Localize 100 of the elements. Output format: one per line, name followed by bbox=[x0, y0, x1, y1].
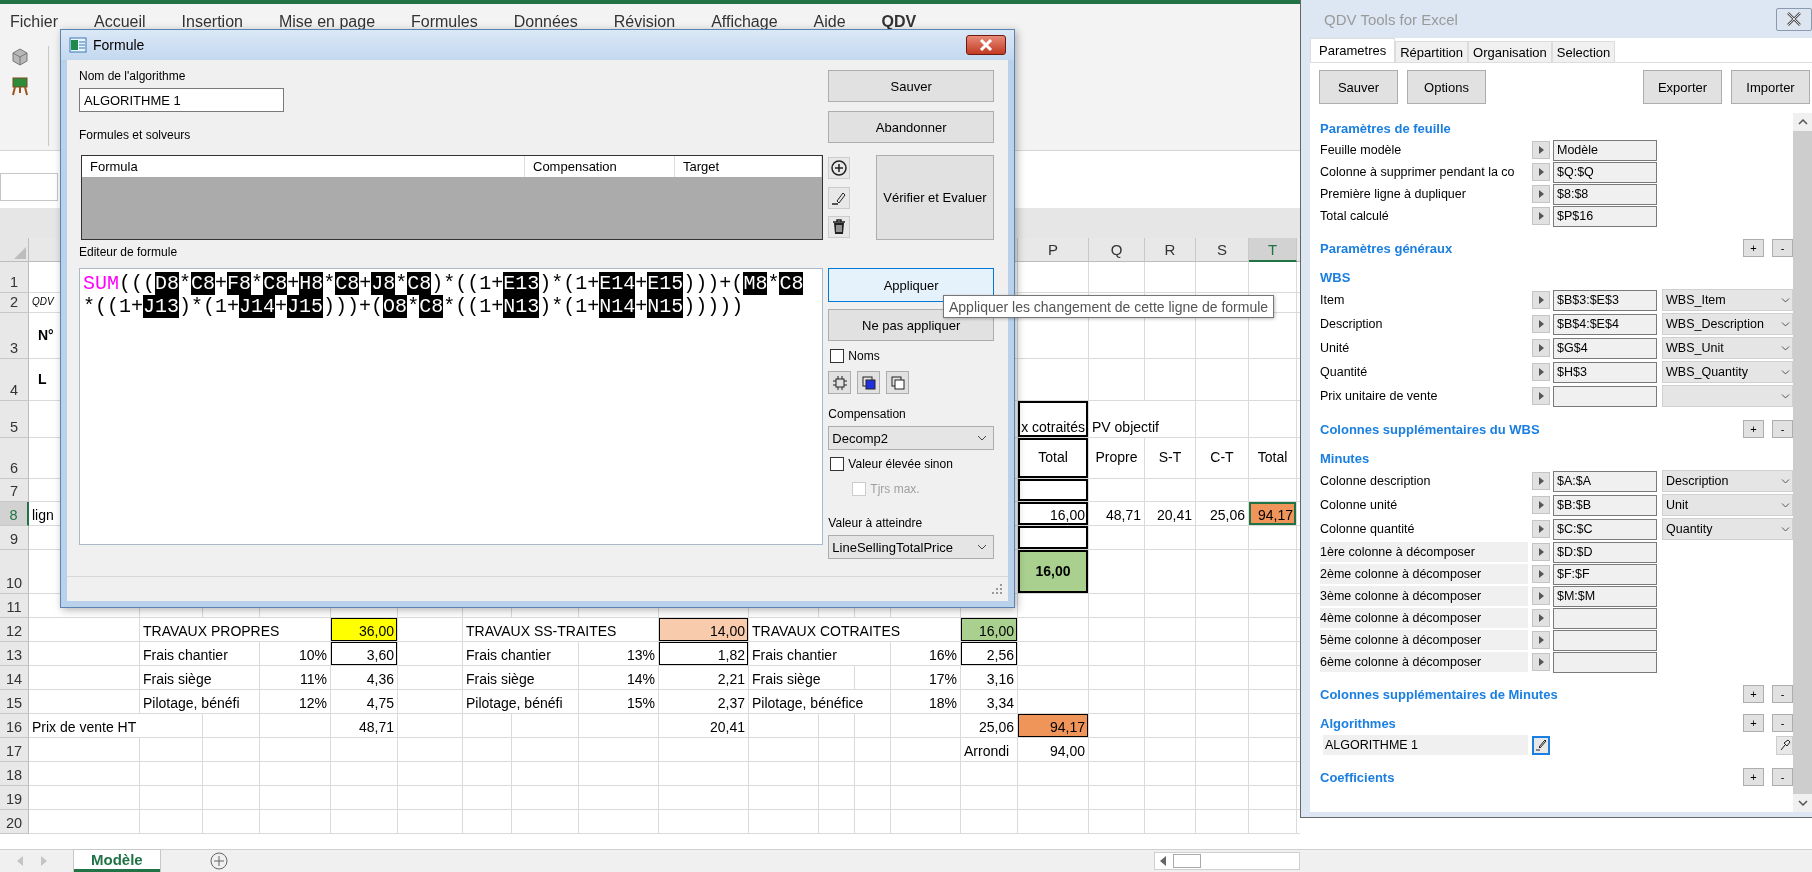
column-dropdown[interactable]: WBS_Description bbox=[1662, 313, 1793, 335]
cancel-button[interactable]: Abandonner bbox=[828, 111, 994, 143]
pick-button[interactable] bbox=[1532, 472, 1550, 490]
verify-button[interactable]: Vérifier et Evaluer bbox=[876, 155, 994, 240]
pick-button[interactable] bbox=[1532, 543, 1550, 561]
column-header[interactable]: Compensation bbox=[525, 156, 675, 177]
panel-button[interactable]: Options bbox=[1407, 70, 1486, 104]
pick-button[interactable] bbox=[1532, 339, 1550, 357]
panel-button[interactable]: Exporter bbox=[1643, 70, 1722, 104]
ribbon-tab[interactable]: Formules bbox=[411, 13, 478, 31]
cube-icon[interactable] bbox=[11, 48, 29, 66]
row-header[interactable]: 12 bbox=[0, 618, 29, 642]
column-header[interactable]: P bbox=[1018, 238, 1089, 262]
name-field[interactable]: ALGORITHME 1 bbox=[79, 88, 284, 112]
range-field[interactable]: $C:$C bbox=[1553, 518, 1657, 540]
checkbox[interactable] bbox=[830, 457, 845, 471]
add-button[interactable] bbox=[828, 157, 851, 179]
close-button[interactable] bbox=[1776, 7, 1812, 31]
row-header[interactable]: 4 bbox=[0, 359, 29, 401]
scroll-thumb[interactable] bbox=[1172, 854, 1201, 868]
ribbon-tab[interactable]: Révision bbox=[613, 13, 676, 31]
pick-button[interactable] bbox=[1532, 631, 1550, 649]
range-field[interactable] bbox=[1553, 651, 1657, 673]
column-dropdown[interactable]: WBS_Quantity bbox=[1662, 361, 1793, 383]
range-field[interactable]: $B:$B bbox=[1553, 494, 1657, 516]
ribbon-tab[interactable]: QDV bbox=[881, 13, 917, 31]
range-field[interactable]: $8:$8 bbox=[1553, 183, 1657, 205]
small-button[interactable]: - bbox=[1772, 239, 1793, 257]
ribbon-tab[interactable]: Insertion bbox=[181, 13, 243, 31]
pick-button[interactable] bbox=[1532, 291, 1550, 309]
easel-icon[interactable] bbox=[10, 76, 30, 96]
row-header[interactable]: 19 bbox=[0, 786, 29, 810]
row-header[interactable]: 2 bbox=[0, 293, 29, 313]
column-dropdown[interactable]: Quantity bbox=[1662, 518, 1793, 540]
range-field[interactable]: $Q:$Q bbox=[1553, 161, 1657, 183]
panel-button[interactable]: Sauver bbox=[1319, 70, 1398, 104]
scroll-left-icon[interactable] bbox=[1158, 856, 1167, 866]
pick-button[interactable] bbox=[1532, 565, 1550, 583]
ribbon-tab[interactable]: Mise en page bbox=[278, 13, 376, 31]
apply-button[interactable]: Appliquer bbox=[828, 268, 994, 302]
edit-button[interactable] bbox=[1532, 735, 1550, 755]
pick-button[interactable] bbox=[1532, 141, 1550, 159]
pick-button[interactable] bbox=[1532, 609, 1550, 627]
row-header[interactable]: 13 bbox=[0, 642, 29, 666]
row-header[interactable]: 5 bbox=[0, 401, 29, 438]
pick-button[interactable] bbox=[1532, 653, 1550, 671]
small-button[interactable]: + bbox=[1743, 685, 1764, 703]
range-field[interactable] bbox=[1553, 629, 1657, 651]
checkbox[interactable] bbox=[830, 349, 845, 363]
toolbar-button[interactable] bbox=[828, 371, 852, 394]
row-header[interactable]: 10 bbox=[0, 550, 29, 594]
small-button[interactable]: - bbox=[1772, 714, 1793, 732]
ribbon-tab[interactable]: Données bbox=[513, 13, 578, 31]
tab[interactable]: Parametres bbox=[1310, 38, 1396, 62]
range-field[interactable]: $G$4 bbox=[1553, 337, 1657, 359]
column-header[interactable]: Target bbox=[675, 156, 823, 177]
tab[interactable]: Répartition bbox=[1395, 41, 1469, 62]
small-button[interactable]: + bbox=[1743, 239, 1764, 257]
row-header[interactable]: 7 bbox=[0, 479, 29, 502]
range-field[interactable]: $H$3 bbox=[1553, 361, 1657, 383]
add-sheet-icon[interactable] bbox=[209, 852, 228, 870]
column-dropdown[interactable]: Unit bbox=[1662, 494, 1793, 516]
column-dropdown[interactable]: WBS_Unit bbox=[1662, 337, 1793, 359]
small-button[interactable]: - bbox=[1772, 420, 1793, 438]
small-button[interactable]: + bbox=[1743, 768, 1764, 786]
small-button[interactable]: + bbox=[1743, 714, 1764, 732]
toolbar-button[interactable] bbox=[857, 371, 881, 394]
row-header[interactable]: 17 bbox=[0, 738, 29, 762]
row-header[interactable]: 18 bbox=[0, 762, 29, 786]
range-field[interactable]: $M:$M bbox=[1553, 585, 1657, 607]
range-field[interactable] bbox=[1553, 385, 1657, 407]
row-header[interactable]: 15 bbox=[0, 690, 29, 714]
column-dropdown[interactable]: Description bbox=[1662, 470, 1793, 492]
row-header[interactable]: 1 bbox=[0, 262, 29, 293]
tab[interactable]: Selection bbox=[1551, 41, 1616, 62]
pick-button[interactable] bbox=[1532, 587, 1550, 605]
edit-button[interactable] bbox=[828, 186, 851, 209]
range-field[interactable]: $B$3:$E$3 bbox=[1553, 289, 1657, 311]
range-field[interactable]: $F:$F bbox=[1553, 563, 1657, 585]
range-field[interactable]: $D:$D bbox=[1553, 541, 1657, 563]
column-dropdown[interactable]: WBS_Item bbox=[1662, 289, 1793, 311]
save-button[interactable]: Sauver bbox=[828, 70, 994, 102]
pick-button[interactable] bbox=[1532, 185, 1550, 203]
ribbon-tab[interactable]: Affichage bbox=[711, 13, 778, 31]
scroll-up-icon[interactable] bbox=[1797, 119, 1808, 125]
column-header[interactable]: Formula bbox=[82, 156, 525, 177]
row-header[interactable]: 6 bbox=[0, 438, 29, 479]
column-header[interactable]: Q bbox=[1089, 238, 1145, 262]
pick-button[interactable] bbox=[1532, 520, 1550, 538]
row-header[interactable]: 20 bbox=[0, 810, 29, 834]
brush-button[interactable] bbox=[1776, 735, 1793, 755]
ribbon-tab[interactable]: Fichier bbox=[10, 13, 58, 31]
column-header[interactable]: S bbox=[1196, 238, 1249, 262]
scroll-down-icon[interactable] bbox=[1797, 800, 1808, 806]
pick-button[interactable] bbox=[1532, 207, 1550, 225]
row-header[interactable]: 9 bbox=[0, 526, 29, 550]
range-field[interactable] bbox=[1553, 607, 1657, 629]
horizontal-scrollbar[interactable] bbox=[1153, 852, 1300, 870]
row-header[interactable]: 16 bbox=[0, 714, 29, 738]
small-button[interactable]: - bbox=[1772, 685, 1793, 703]
